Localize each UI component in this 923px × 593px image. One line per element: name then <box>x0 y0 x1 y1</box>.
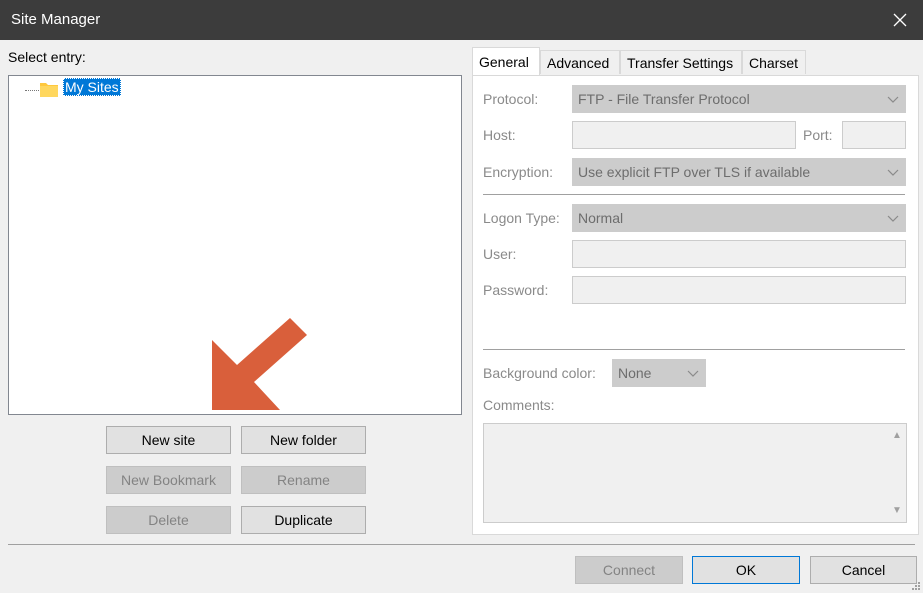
window-title: Site Manager <box>11 11 101 28</box>
port-label: Port: <box>803 127 833 143</box>
logon-type-value: Normal <box>578 210 624 226</box>
logon-type-select[interactable]: Normal <box>572 204 906 232</box>
close-button[interactable] <box>877 0 923 40</box>
divider <box>483 194 905 195</box>
chevron-down-icon <box>687 370 699 377</box>
protocol-select[interactable]: FTP - File Transfer Protocol <box>572 85 906 113</box>
rename-button[interactable]: Rename <box>241 466 366 494</box>
chevron-down-icon <box>887 96 899 103</box>
tab-general[interactable]: General <box>472 47 540 75</box>
comments-label: Comments: <box>483 397 555 413</box>
logon-type-label: Logon Type: <box>483 210 560 226</box>
password-field[interactable] <box>572 276 906 304</box>
new-site-button[interactable]: New site <box>106 426 231 454</box>
footer-divider <box>8 544 915 545</box>
scroll-down-icon[interactable]: ▼ <box>891 505 903 516</box>
cancel-button[interactable]: Cancel <box>810 556 917 584</box>
background-color-select[interactable]: None <box>612 359 706 387</box>
protocol-label: Protocol: <box>483 91 539 107</box>
close-icon <box>893 13 907 27</box>
folder-icon <box>40 83 58 97</box>
background-color-value: None <box>618 365 652 381</box>
encryption-value: Use explicit FTP over TLS if available <box>578 164 811 180</box>
annotation-arrow <box>212 318 307 410</box>
protocol-value: FTP - File Transfer Protocol <box>578 91 750 107</box>
background-color-label: Background color: <box>483 365 596 381</box>
ok-button[interactable]: OK <box>692 556 800 584</box>
divider <box>483 349 905 350</box>
tab-transfer-settings[interactable]: Transfer Settings <box>620 50 742 74</box>
password-label: Password: <box>483 282 549 298</box>
user-label: User: <box>483 246 517 262</box>
select-entry-label: Select entry: <box>8 49 86 65</box>
delete-button[interactable]: Delete <box>106 506 231 534</box>
encryption-label: Encryption: <box>483 164 554 180</box>
title-bar: Site Manager <box>0 0 923 40</box>
tab-charset[interactable]: Charset <box>742 50 806 74</box>
scroll-up-icon[interactable]: ▲ <box>891 430 903 441</box>
tab-advanced[interactable]: Advanced <box>540 50 620 74</box>
port-field[interactable] <box>842 121 906 149</box>
host-label: Host: <box>483 127 516 143</box>
comments-textarea[interactable]: ▲ ▼ <box>483 423 907 523</box>
host-field[interactable] <box>572 121 796 149</box>
connect-button[interactable]: Connect <box>575 556 683 584</box>
chevron-down-icon <box>887 215 899 222</box>
chevron-down-icon <box>887 169 899 176</box>
resize-grip-icon[interactable] <box>911 581 921 591</box>
new-bookmark-button[interactable]: New Bookmark <box>106 466 231 494</box>
tree-item-my-sites[interactable]: My Sites <box>63 78 121 96</box>
duplicate-button[interactable]: Duplicate <box>241 506 366 534</box>
new-folder-button[interactable]: New folder <box>241 426 366 454</box>
encryption-select[interactable]: Use explicit FTP over TLS if available <box>572 158 906 186</box>
user-field[interactable] <box>572 240 906 268</box>
